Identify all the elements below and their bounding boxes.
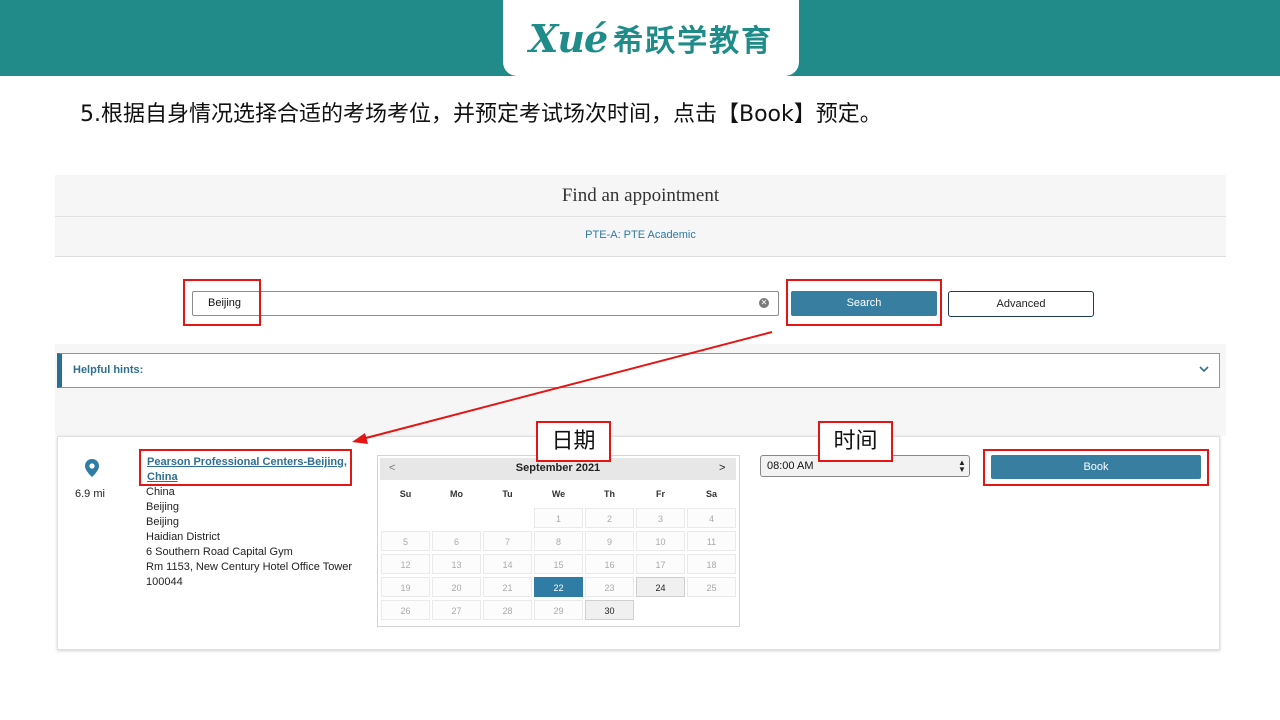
calendar-day: 6 (432, 531, 481, 551)
calendar-day: 29 (534, 600, 583, 620)
calendar-day: 26 (381, 600, 430, 620)
calendar-day: 1 (534, 508, 583, 528)
helpful-hints-label: Helpful hints: (73, 364, 144, 376)
highlight-book-button (983, 449, 1209, 486)
weekday-label: Su (399, 489, 412, 499)
address-line: Beijing (146, 516, 180, 528)
weekday-label: Fr (656, 489, 665, 499)
logo-mark: Xué (528, 15, 608, 61)
highlight-test-center (139, 449, 352, 486)
location-pin-icon (85, 459, 99, 477)
calendar-month: September 2021 (515, 462, 601, 474)
brand-logo: Xué 希跃学教育 (503, 0, 799, 76)
calendar-day: 5 (381, 531, 430, 551)
prev-month-button[interactable]: < (389, 462, 395, 474)
weekday-label: Tu (502, 489, 513, 499)
select-arrows-icon: ▲ ▼ (958, 458, 966, 474)
calendar-day: 7 (483, 531, 532, 551)
page-header: Find an appointment PTE-A: PTE Academic (55, 175, 1226, 257)
header-divider (55, 216, 1226, 217)
address-line: Haidian District (146, 531, 220, 543)
weekday-label: We (551, 489, 566, 499)
calendar-day: 4 (687, 508, 736, 528)
address-line: Beijing (146, 501, 180, 513)
calendar-day: 23 (585, 577, 634, 597)
address-line: 6 Southern Road Capital Gym (146, 546, 293, 558)
calendar-day: 10 (636, 531, 685, 551)
calendar-day: 9 (585, 531, 634, 551)
weekday-label: Mo (450, 489, 463, 499)
date-annotation: 日期 (536, 421, 611, 462)
calendar-day: 18 (687, 554, 736, 574)
time-annotation: 时间 (818, 421, 893, 462)
weekday-label: Sa (705, 489, 717, 499)
address-line: China (146, 486, 175, 498)
calendar-day: 16 (585, 554, 634, 574)
calendar-day-selected[interactable]: 22 (534, 577, 583, 597)
distance-text: 6.9 mi (75, 488, 105, 500)
highlight-search-input (183, 279, 261, 326)
calendar-day: 12 (381, 554, 430, 574)
center-address: China Beijing Beijing Haidian District 6… (146, 485, 352, 590)
calendar-day: 13 (432, 554, 481, 574)
exam-name-link[interactable]: PTE-A: PTE Academic (55, 229, 1226, 241)
location-search-input[interactable]: Beijing (192, 291, 779, 316)
advanced-button[interactable]: Advanced (948, 291, 1094, 317)
logo-text: 希跃学教育 (613, 24, 774, 59)
calendar-day: 28 (483, 600, 532, 620)
calendar-day: 11 (687, 531, 736, 551)
next-month-button[interactable]: > (719, 462, 725, 474)
calendar-day[interactable]: 30 (585, 600, 634, 620)
helpful-hints-accordion[interactable]: Helpful hints: (57, 353, 1220, 388)
instruction-text: 5.根据自身情况选择合适的考场考位，并预定考试场次时间，点击【Book】预定。 (80, 102, 882, 127)
calendar-day: 2 (585, 508, 634, 528)
calendar-day: 17 (636, 554, 685, 574)
calendar-day: 27 (432, 600, 481, 620)
calendar-day: 8 (534, 531, 583, 551)
calendar-day: 25 (687, 577, 736, 597)
calendar-day: 20 (432, 577, 481, 597)
calendar-day: 14 (483, 554, 532, 574)
address-line: Rm 1153, New Century Hotel Office Tower (146, 561, 353, 573)
chevron-down-icon[interactable] (1199, 364, 1209, 374)
weekday-label: Th (604, 489, 615, 499)
page-title: Find an appointment (561, 185, 720, 206)
calendar-day: 19 (381, 577, 430, 597)
highlight-search-button (786, 279, 942, 326)
clear-icon[interactable]: ✕ (759, 298, 769, 308)
calendar-day: 15 (534, 554, 583, 574)
calendar-day: 3 (636, 508, 685, 528)
calendar-day: 21 (483, 577, 532, 597)
address-line: 100044 (146, 576, 183, 588)
calendar-day[interactable]: 24 (636, 577, 685, 597)
